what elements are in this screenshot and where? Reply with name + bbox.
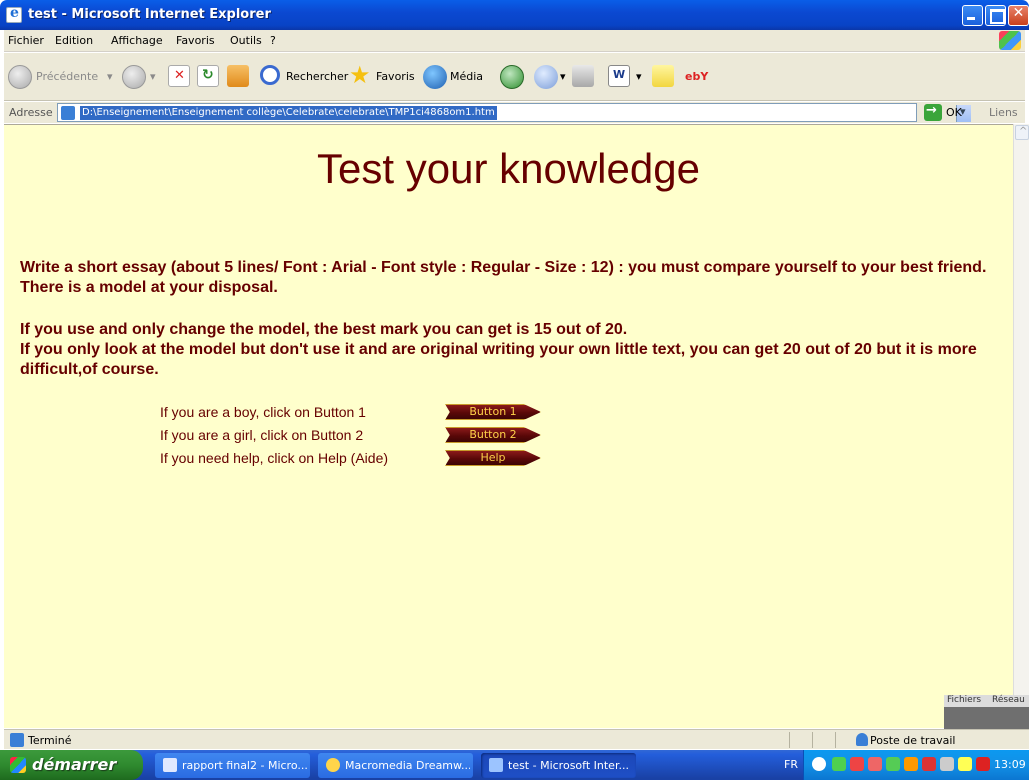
menu-fichier[interactable]: Fichier: [8, 34, 44, 47]
page-viewport[interactable]: Test your knowledge Write a short essay …: [4, 124, 1013, 728]
tray-app-icon[interactable]: [868, 757, 882, 771]
status-text: Terminé: [28, 734, 72, 747]
computer-zone-icon: [856, 733, 868, 746]
security-zone: Poste de travail: [870, 734, 956, 747]
choice-help-text: If you need help, click on Help (Aide): [160, 450, 389, 466]
home-icon[interactable]: [227, 65, 249, 87]
vertical-scrollbar[interactable]: [1013, 124, 1029, 728]
ie-icon: [6, 5, 22, 23]
menu-favoris[interactable]: Favoris: [176, 34, 215, 47]
start-button[interactable]: démarrer: [0, 750, 143, 780]
title-bar[interactable]: test - Microsoft Internet Explorer ✕: [0, 0, 1029, 30]
mini-panel-tabs: Fichiers Réseau: [944, 695, 1029, 707]
scroll-up-icon[interactable]: [1015, 125, 1029, 140]
task-ie[interactable]: test - Microsoft Inter...: [481, 753, 636, 778]
address-url[interactable]: D:\Enseignement\Enseignement collège\Cel…: [80, 106, 497, 120]
tray-app-icon[interactable]: [904, 757, 918, 771]
menu-edition[interactable]: Edition: [55, 34, 93, 47]
minimize-button[interactable]: [962, 5, 983, 26]
system-tray: FR 13:09: [784, 750, 1029, 780]
tray-app-icon[interactable]: [976, 757, 990, 771]
page-heading: Test your knowledge: [317, 145, 700, 192]
status-divider: [835, 732, 836, 748]
signal-icon[interactable]: [940, 757, 954, 771]
rule-original-text: If you only look at the model but don't …: [20, 341, 977, 378]
favorites-icon[interactable]: ★: [349, 63, 371, 87]
status-divider: [789, 732, 790, 748]
media-button[interactable]: Média: [450, 70, 483, 83]
mail-dropdown-icon[interactable]: ▾: [560, 70, 566, 83]
status-divider: [812, 732, 813, 748]
forward-dropdown-icon[interactable]: ▾: [150, 70, 156, 83]
tray-arrow-icon[interactable]: [812, 757, 826, 771]
menu-affichage[interactable]: Affichage: [111, 34, 163, 47]
close-button[interactable]: ✕: [1008, 5, 1029, 26]
choice-boy-text: If you are a boy, click on Button 1: [160, 404, 366, 420]
go-arrow-icon[interactable]: [924, 103, 942, 121]
search-button[interactable]: Rechercher: [286, 70, 348, 83]
word-edit-icon[interactable]: W: [608, 65, 630, 87]
language-indicator[interactable]: FR: [784, 758, 798, 771]
button-2[interactable]: Button 2: [445, 427, 541, 443]
address-input[interactable]: D:\Enseignement\Enseignement collège\Cel…: [57, 103, 971, 122]
address-bar: Adresse D:\Enseignement\Enseignement col…: [4, 102, 1025, 123]
forward-icon[interactable]: [122, 65, 146, 89]
instructions-text: Write a short essay (about 5 lines/ Font…: [20, 259, 987, 296]
dreamweaver-icon: [326, 758, 340, 772]
edit-dropdown-icon[interactable]: ▾: [636, 70, 642, 83]
tray-app-icon[interactable]: [886, 757, 900, 771]
windows-logo-icon: [999, 31, 1021, 50]
go-button[interactable]: OK: [946, 106, 962, 119]
task-label: test - Microsoft Inter...: [508, 759, 629, 772]
help-button[interactable]: Help: [445, 450, 541, 466]
clock[interactable]: 13:09: [994, 758, 1026, 771]
status-bar: Terminé Poste de travail: [4, 729, 1029, 749]
refresh-icon[interactable]: ↻: [197, 65, 219, 87]
rule-model-text: If you use and only change the model, th…: [20, 321, 628, 338]
task-label: rapport final2 - Micro...: [182, 759, 307, 772]
maximize-button[interactable]: [985, 5, 1006, 26]
media-icon[interactable]: [423, 65, 447, 89]
links-button[interactable]: Liens: [989, 106, 1018, 119]
window-title: test - Microsoft Internet Explorer: [28, 7, 271, 22]
back-dropdown-icon[interactable]: ▾: [107, 70, 113, 83]
back-icon[interactable]: [8, 65, 32, 89]
search-icon[interactable]: [260, 65, 280, 85]
task-dreamweaver[interactable]: Macromedia Dreamw...: [318, 753, 473, 778]
notes-icon[interactable]: [652, 65, 674, 87]
windows-flag-icon: [10, 757, 26, 773]
address-label: Adresse: [9, 106, 53, 119]
ebay-button[interactable]: ebY: [685, 70, 708, 83]
tab-reseau[interactable]: Réseau: [992, 695, 1025, 705]
mail-icon[interactable]: [534, 65, 558, 89]
tray-app-icon[interactable]: [958, 757, 972, 771]
close-icon: ✕: [1012, 5, 1025, 21]
task-label: Macromedia Dreamw...: [345, 759, 470, 772]
choice-girl-text: If you are a girl, click on Button 2: [160, 427, 364, 443]
tray-app-icon[interactable]: [850, 757, 864, 771]
page-done-icon: [10, 733, 24, 747]
menu-help[interactable]: ?: [270, 34, 276, 47]
stop-icon[interactable]: ✕: [168, 65, 190, 87]
menu-outils[interactable]: Outils: [230, 34, 262, 47]
ie-icon: [489, 758, 503, 772]
history-icon[interactable]: [500, 65, 524, 89]
tray-app-icon[interactable]: [922, 757, 936, 771]
task-word[interactable]: rapport final2 - Micro...: [155, 753, 310, 778]
print-icon[interactable]: [572, 65, 594, 87]
favorites-button[interactable]: Favoris: [376, 70, 415, 83]
word-icon: [163, 758, 177, 772]
start-label: démarrer: [32, 755, 117, 774]
button-1[interactable]: Button 1: [445, 404, 541, 420]
taskbar: démarrer rapport final2 - Micro... Macro…: [0, 750, 1029, 780]
toolbar: Précédente ▾ ▾ ✕ ↻ Rechercher ★ Favoris …: [4, 53, 1025, 101]
back-button[interactable]: Précédente: [36, 70, 98, 83]
tray-app-icon[interactable]: [832, 757, 846, 771]
page-icon: [61, 106, 75, 120]
menu-bar: Fichier Edition Affichage Favoris Outils…: [4, 30, 1025, 52]
tab-fichiers[interactable]: Fichiers: [947, 695, 981, 705]
